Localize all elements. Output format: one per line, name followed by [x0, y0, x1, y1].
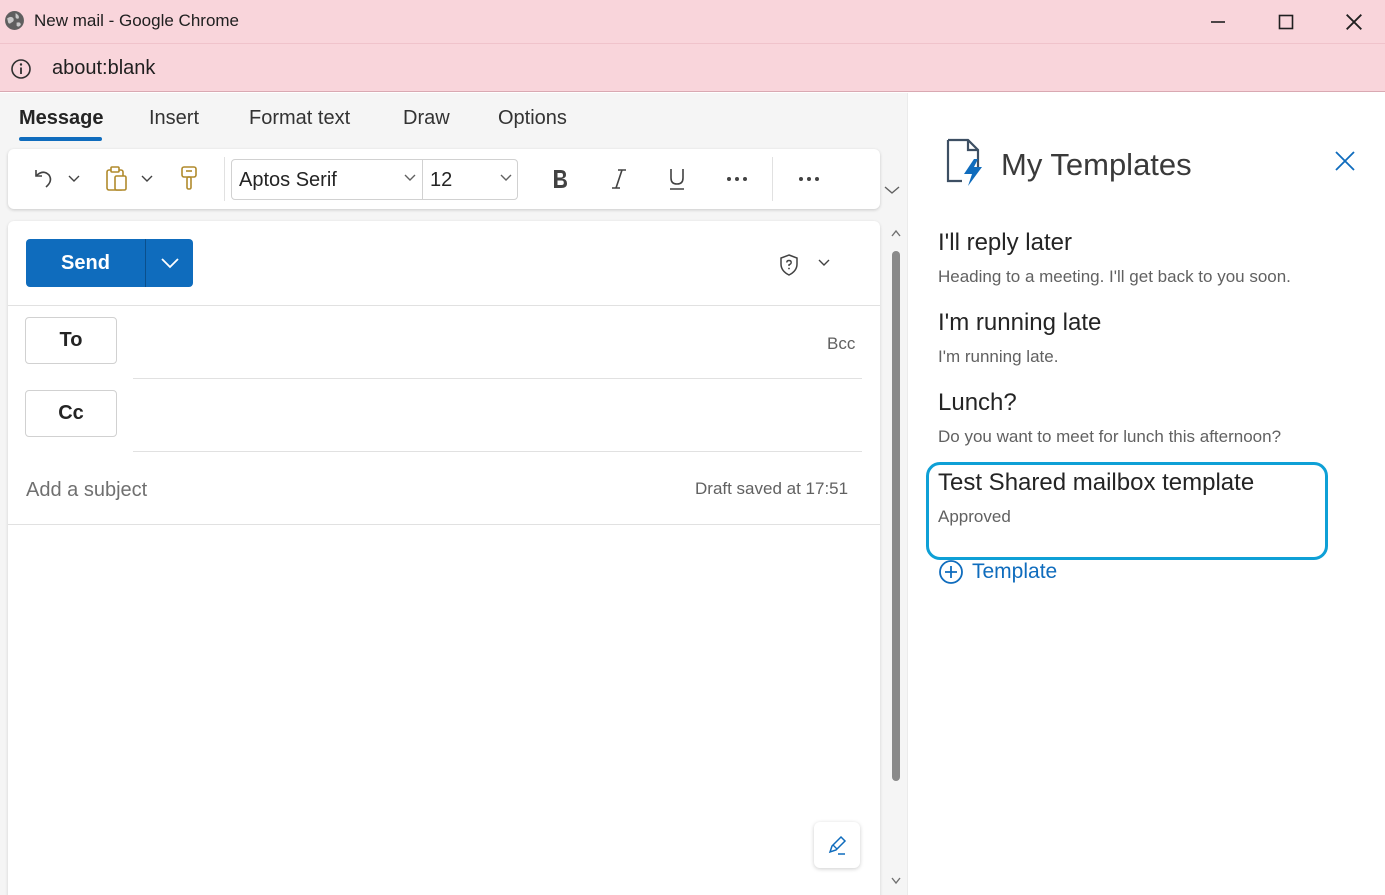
scrollbar-thumb[interactable] [892, 251, 900, 781]
italic-icon [612, 169, 626, 189]
close-window-button[interactable] [1320, 0, 1385, 43]
bcc-button[interactable]: Bcc [827, 334, 855, 354]
chevron-down-icon [68, 175, 80, 182]
ribbon-tabs: Message Insert Format text Draw Options [0, 93, 907, 143]
clipboard-icon [106, 166, 127, 191]
bold-icon [554, 170, 567, 188]
template-name: I'm running late [938, 309, 1102, 336]
chevron-down-icon[interactable] [500, 174, 512, 182]
templates-pane: My Templates I'll reply later Heading to… [907, 93, 1385, 895]
minimize-button[interactable] [1184, 0, 1252, 43]
underline-icon [670, 169, 684, 190]
plus-circle-icon [939, 560, 963, 584]
ribbon-toolbar: Aptos Serif 12 [8, 149, 880, 209]
font-divider [422, 160, 423, 199]
compose-area: Message Insert Format text Draw Options … [0, 93, 907, 895]
pen-icon [828, 835, 847, 855]
chevron-down-icon[interactable] [818, 259, 830, 267]
italic-button[interactable] [602, 149, 636, 209]
send-button[interactable]: Send [26, 239, 145, 287]
close-icon [1346, 13, 1362, 30]
format-painter-button[interactable] [174, 149, 204, 209]
undo-dropdown[interactable] [65, 149, 83, 209]
signature-button[interactable] [814, 822, 860, 868]
chevron-down-icon [160, 258, 179, 269]
active-tab-indicator [19, 137, 102, 141]
url-text[interactable]: about:blank [52, 57, 155, 80]
tab-message[interactable]: Message [19, 107, 104, 130]
more-format-button[interactable] [720, 149, 754, 209]
more-icon [727, 177, 747, 181]
scroll-up-icon[interactable] [891, 229, 901, 237]
paste-dropdown[interactable] [138, 149, 156, 209]
ribbon-expand-icon[interactable] [884, 185, 900, 195]
to-field-line [133, 378, 862, 379]
maximize-icon [1278, 14, 1294, 29]
template-item[interactable]: Lunch? Do you want to meet for lunch thi… [938, 389, 1338, 447]
close-icon[interactable] [1334, 150, 1356, 172]
font-selector[interactable]: Aptos Serif 12 [231, 159, 518, 200]
divider [8, 524, 880, 525]
send-group: Send [26, 239, 193, 287]
globe-icon [5, 11, 24, 30]
send-options-button[interactable] [146, 239, 193, 287]
undo-icon [35, 170, 52, 188]
font-size[interactable]: 12 [430, 169, 452, 192]
toolbar-divider [224, 157, 225, 201]
subject-input[interactable]: Add a subject [26, 479, 147, 502]
window-title: New mail - Google Chrome [34, 11, 240, 30]
chevron-down-icon [141, 175, 153, 182]
templates-icon [946, 138, 982, 186]
shield-icon[interactable] [778, 253, 800, 277]
cc-field-line [133, 451, 862, 452]
template-name: Lunch? [938, 389, 1017, 416]
tab-format-text[interactable]: Format text [249, 107, 350, 130]
to-button[interactable]: To [25, 317, 117, 364]
minimize-icon [1211, 20, 1225, 23]
draft-status: Draft saved at 17:51 [695, 479, 849, 498]
template-highlight [926, 462, 1328, 560]
add-template-button[interactable]: Template [938, 559, 1057, 585]
pane-title: My Templates [1001, 147, 1192, 182]
undo-button[interactable] [28, 149, 58, 209]
template-name: I'll reply later [938, 229, 1072, 256]
more-options-button[interactable] [792, 149, 826, 209]
template-item[interactable]: I'll reply later Heading to a meeting. I… [938, 229, 1338, 287]
tab-draw[interactable]: Draw [403, 107, 450, 130]
tab-insert[interactable]: Insert [149, 107, 199, 130]
info-icon[interactable] [10, 58, 32, 80]
paste-button[interactable] [102, 149, 132, 209]
template-body: Heading to a meeting. I'll get back to y… [938, 267, 1291, 286]
title-bar: New mail - Google Chrome [0, 0, 1385, 43]
underline-button[interactable] [660, 149, 694, 209]
cc-button[interactable]: Cc [25, 390, 117, 437]
compose-card: Send To Bcc Cc Add a subject Draft saved… [8, 221, 880, 895]
font-name[interactable]: Aptos Serif [239, 169, 337, 192]
format-painter-icon [181, 166, 197, 190]
template-body: Do you want to meet for lunch this after… [938, 427, 1282, 446]
toolbar-divider [772, 157, 773, 201]
scroll-down-icon[interactable] [891, 877, 901, 885]
divider [8, 305, 880, 306]
template-item[interactable]: I'm running late I'm running late. [938, 309, 1338, 367]
bold-button[interactable] [543, 149, 577, 209]
more-icon [799, 177, 819, 181]
maximize-button[interactable] [1252, 0, 1320, 43]
template-body: I'm running late. [938, 347, 1059, 366]
compose-scrollbar[interactable] [885, 221, 907, 895]
tab-options[interactable]: Options [498, 107, 567, 130]
address-bar: about:blank [0, 43, 1385, 92]
add-template-label: Template [972, 560, 1058, 583]
chevron-down-icon[interactable] [404, 174, 416, 182]
